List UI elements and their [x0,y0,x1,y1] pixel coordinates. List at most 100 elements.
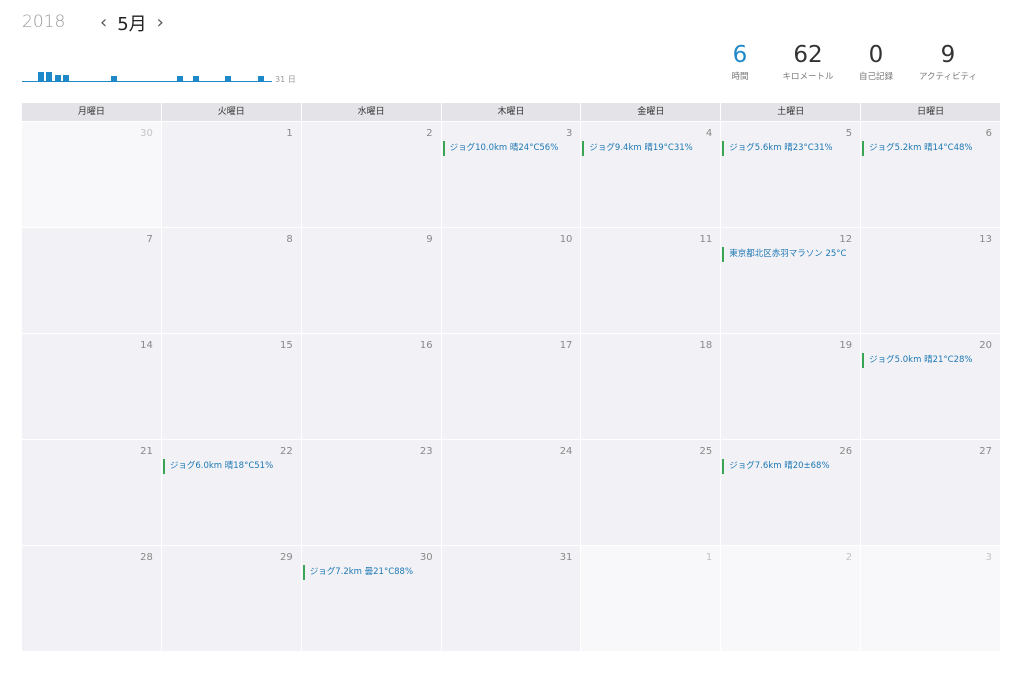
day-cell[interactable]: 20 ジョグ5.0km 晴21°C28% [861,334,1000,439]
stat-personal-records: 0 自己記録 [844,42,908,82]
day-cell[interactable]: 15 [161,334,301,439]
day-number: 7 [146,234,153,245]
day-number: 30 [140,128,153,139]
activity-event[interactable]: ジョグ7.6km 晴20±68% [722,459,856,474]
day-number: 19 [839,340,853,351]
year-label: 2018 [22,12,66,32]
chevron-right-icon[interactable]: › [155,14,166,32]
day-cell[interactable]: 17 [441,334,581,439]
sparkline-bar [111,76,118,81]
stat-label: 時間 [731,72,749,82]
activity-event[interactable]: ジョグ5.6km 晴23°C31% [722,141,856,156]
weekday-friday: 金曜日 [581,103,721,121]
day-cell[interactable]: 23 [301,440,441,545]
day-number: 20 [979,340,992,351]
activity-event[interactable]: ジョグ5.0km 晴21°C28% [862,353,996,368]
day-cell[interactable]: 2 [301,122,441,227]
weekday-wednesday: 水曜日 [301,103,441,121]
stat-value: 62 [793,42,823,68]
activity-event[interactable]: ジョグ10.0km 晴24°C56% [442,141,577,156]
day-cell[interactable]: 21 [22,440,161,545]
day-number: 14 [140,340,153,351]
stat-hours: 6 時間 [708,42,772,82]
day-number: 29 [279,552,293,563]
day-number: 27 [979,446,992,457]
day-cell[interactable]: 4 ジョグ9.4km 晴19°C31% [581,122,721,227]
day-number: 24 [559,446,573,457]
day-cell[interactable]: 27 [861,440,1000,545]
sparkline-bar [225,76,232,81]
summary-stats: 6 時間 62 キロメートル 0 自己記録 9 アクティビティ [708,42,988,82]
sparkline-bar [192,76,199,81]
day-number: 12 [839,234,853,245]
day-number: 16 [419,340,433,351]
day-cell[interactable]: 6 ジョグ5.2km 晴14°C48% [861,122,1000,227]
stat-label: アクティビティ [918,72,978,82]
activity-event[interactable]: 東京都北区赤羽マラソン 25°C [722,247,856,262]
day-number: 8 [286,234,293,245]
day-number: 10 [559,234,573,245]
day-number: 23 [419,446,433,457]
day-cell[interactable]: 10 [441,228,581,333]
day-cell[interactable]: 24 [441,440,581,545]
month-navigator: ‹ 5月 › [98,10,166,36]
day-cell[interactable]: 30 ジョグ7.2km 曇21°C88% [301,546,441,651]
sparkline-bar [54,75,61,81]
stat-label: 自己記録 [858,72,893,82]
day-number: 21 [140,446,153,457]
stat-activities: 9 アクティビティ [908,42,988,82]
day-cell[interactable]: 5 ジョグ5.6km 晴23°C31% [721,122,861,227]
day-cell[interactable]: 3 [861,546,1000,651]
stat-value: 6 [732,42,748,68]
day-cell[interactable]: 28 [22,546,161,651]
day-cell[interactable]: 12 東京都北区赤羽マラソン 25°C [721,228,861,333]
day-cell[interactable]: 1 [581,546,721,651]
sparkline-bar [62,75,69,81]
day-cell[interactable]: 13 [861,228,1000,333]
stat-value: 0 [868,42,884,68]
day-cell[interactable]: 18 [581,334,721,439]
weekday-tuesday: 火曜日 [161,103,301,121]
calendar-grid: 30 1 2 3 ジョグ10.0km 晴24°C56% 4 ジョグ9.4km 晴19°C31… [22,122,1000,651]
day-cell[interactable]: 2 [721,546,861,651]
weekday-thursday: 木曜日 [441,103,581,121]
day-number: 17 [559,340,573,351]
day-number: 9 [426,234,433,245]
sparkline-bar [176,76,183,81]
activity-event[interactable]: ジョグ6.0km 晴18°C51% [162,459,297,474]
chevron-left-icon[interactable]: ‹ [98,14,109,32]
stat-label: キロメートル [782,72,834,82]
day-cell[interactable]: 26 ジョグ7.6km 晴20±68% [721,440,861,545]
month-label: 5月 [117,14,147,35]
day-cell[interactable]: 30 [22,122,161,227]
day-cell[interactable]: 16 [301,334,441,439]
day-cell[interactable]: 11 [581,228,721,333]
day-cell[interactable]: 8 [161,228,301,333]
sparkline-bar [38,72,45,81]
day-cell[interactable]: 3 ジョグ10.0km 晴24°C56% [441,122,581,227]
day-number: 18 [699,340,713,351]
activity-event[interactable]: ジョグ7.2km 曇21°C88% [302,565,437,580]
day-cell[interactable]: 7 [22,228,161,333]
day-number: 2 [426,128,433,139]
day-cell[interactable]: 22 ジョグ6.0km 晴18°C51% [161,440,301,545]
day-cell[interactable]: 31 [441,546,581,651]
sparkline-bar [46,72,53,81]
stat-value: 9 [940,42,956,68]
day-cell[interactable]: 29 [161,546,301,651]
day-number: 4 [705,128,713,139]
day-number: 3 [985,552,992,563]
day-cell[interactable]: 19 [721,334,861,439]
activity-event[interactable]: ジョグ9.4km 晴19°C31% [582,141,716,156]
day-cell[interactable]: 9 [301,228,441,333]
activity-sparkline [22,64,272,82]
day-number: 6 [985,128,992,139]
day-number: 25 [699,446,713,457]
day-number: 26 [839,446,853,457]
weekday-sunday: 日曜日 [861,103,1000,121]
day-cell[interactable]: 25 [581,440,721,545]
activity-event[interactable]: ジョグ5.2km 晴14°C48% [862,141,996,156]
sparkline-bar [257,76,264,81]
day-cell[interactable]: 14 [22,334,161,439]
day-cell[interactable]: 1 [161,122,301,227]
